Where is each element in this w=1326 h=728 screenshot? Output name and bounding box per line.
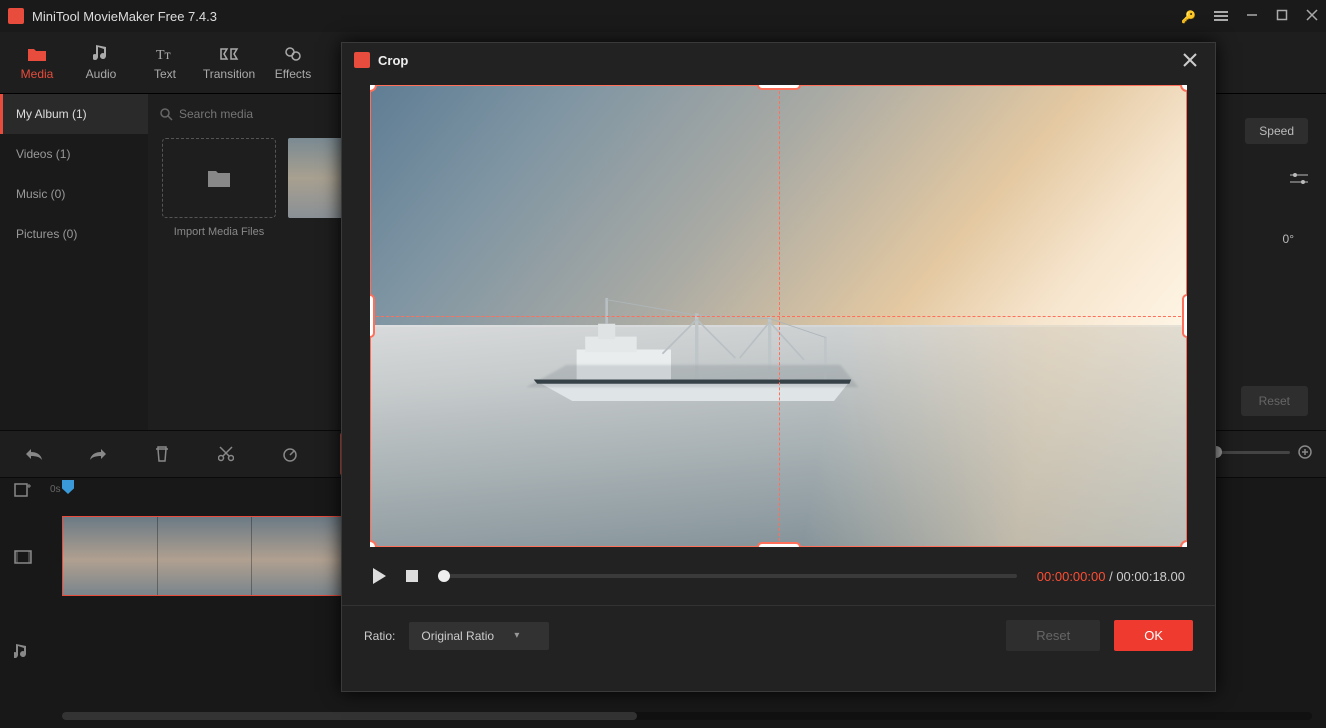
- crop-timecode: 00:00:00:00 / 00:00:18.00: [1037, 569, 1185, 584]
- adjust-icon[interactable]: [1290, 172, 1308, 186]
- crop-handle-n[interactable]: [757, 85, 801, 90]
- ratio-select-value: Original Ratio: [421, 629, 494, 643]
- tab-media[interactable]: Media: [6, 35, 68, 91]
- ruler-mark: 0s: [50, 484, 61, 495]
- crop-dialog: Crop: [341, 42, 1216, 692]
- tab-transition-label: Transition: [203, 67, 255, 81]
- transition-icon: [219, 45, 239, 63]
- speed-tool-button[interactable]: [276, 440, 304, 468]
- tab-effects[interactable]: Effects: [262, 35, 324, 91]
- tab-audio[interactable]: Audio: [70, 35, 132, 91]
- window-maximize-button[interactable]: [1276, 9, 1288, 24]
- crop-handle-e[interactable]: [1182, 294, 1187, 338]
- ratio-label: Ratio:: [364, 629, 395, 643]
- crop-seek-thumb[interactable]: [438, 570, 450, 582]
- folder-icon: [27, 45, 47, 63]
- music-note-icon: [91, 45, 111, 63]
- redo-button[interactable]: [84, 440, 112, 468]
- sidebar-item-pictures[interactable]: Pictures (0): [0, 214, 148, 254]
- window-titlebar: MiniTool MovieMaker Free 7.4.3: [0, 0, 1326, 32]
- tab-media-label: Media: [21, 67, 54, 81]
- crop-preview[interactable]: [370, 85, 1187, 547]
- crop-reset-button[interactable]: Reset: [1006, 620, 1100, 651]
- text-icon: Tᴛ: [155, 45, 175, 63]
- timeline-scrollbar[interactable]: [62, 712, 1312, 720]
- app-title: MiniTool MovieMaker Free 7.4.3: [32, 9, 1181, 24]
- zoom-in-button[interactable]: [1298, 445, 1312, 459]
- close-button[interactable]: [1177, 51, 1203, 69]
- window-close-button[interactable]: [1306, 9, 1318, 24]
- effects-icon: [283, 45, 303, 63]
- properties-reset-button[interactable]: Reset: [1241, 386, 1308, 416]
- import-media-button[interactable]: [162, 138, 276, 218]
- crop-dialog-footer: Ratio: Original Ratio ▾ Reset OK: [342, 605, 1215, 665]
- crop-handle-w[interactable]: [370, 294, 375, 338]
- tab-transition[interactable]: Transition: [198, 35, 260, 91]
- search-icon: [160, 108, 173, 121]
- sidebar-item-my-album[interactable]: My Album (1): [0, 94, 148, 134]
- tab-effects-label: Effects: [275, 67, 311, 81]
- rotation-degree-label: 0°: [1283, 232, 1294, 246]
- key-icon[interactable]: [1181, 9, 1196, 24]
- delete-button[interactable]: [148, 440, 176, 468]
- play-button[interactable]: [372, 568, 386, 584]
- tab-text-label: Text: [154, 67, 176, 81]
- stop-button[interactable]: [406, 570, 418, 582]
- crop-seek-slider[interactable]: [438, 574, 1017, 578]
- svg-text:Tᴛ: Tᴛ: [156, 48, 171, 62]
- split-button[interactable]: [212, 440, 240, 468]
- ratio-select[interactable]: Original Ratio ▾: [409, 622, 549, 650]
- media-category-sidebar: My Album (1) Videos (1) Music (0) Pictur…: [0, 94, 148, 430]
- crop-playbar: 00:00:00:00 / 00:00:18.00: [342, 547, 1215, 605]
- window-minimize-button[interactable]: [1246, 9, 1258, 24]
- tab-text[interactable]: Tᴛ Text: [134, 35, 196, 91]
- app-logo-icon: [8, 8, 24, 24]
- crop-dialog-title: Crop: [378, 53, 1177, 68]
- audio-track-icon: [14, 644, 28, 660]
- folder-plus-icon: [206, 167, 232, 189]
- chevron-down-icon: ▾: [514, 630, 519, 641]
- timeline-scrollbar-thumb[interactable]: [62, 712, 637, 720]
- undo-button[interactable]: [20, 440, 48, 468]
- add-track-button[interactable]: [14, 482, 32, 498]
- timecode-total: 00:00:18.00: [1116, 569, 1185, 584]
- tab-audio-label: Audio: [86, 67, 117, 81]
- properties-panel: Speed 0° Reset: [1226, 94, 1326, 430]
- sidebar-item-music[interactable]: Music (0): [0, 174, 148, 214]
- import-media-label: Import Media Files: [162, 226, 276, 238]
- crop-handle-s[interactable]: [757, 542, 801, 547]
- speed-button[interactable]: Speed: [1245, 118, 1308, 144]
- sidebar-item-videos[interactable]: Videos (1): [0, 134, 148, 174]
- video-track-icon: [14, 550, 32, 564]
- app-logo-icon: [354, 52, 370, 68]
- crop-ok-button[interactable]: OK: [1114, 620, 1193, 651]
- timeline-clip[interactable]: [62, 516, 348, 596]
- hamburger-menu-icon[interactable]: [1214, 9, 1228, 23]
- timecode-current: 00:00:00:00: [1037, 569, 1106, 584]
